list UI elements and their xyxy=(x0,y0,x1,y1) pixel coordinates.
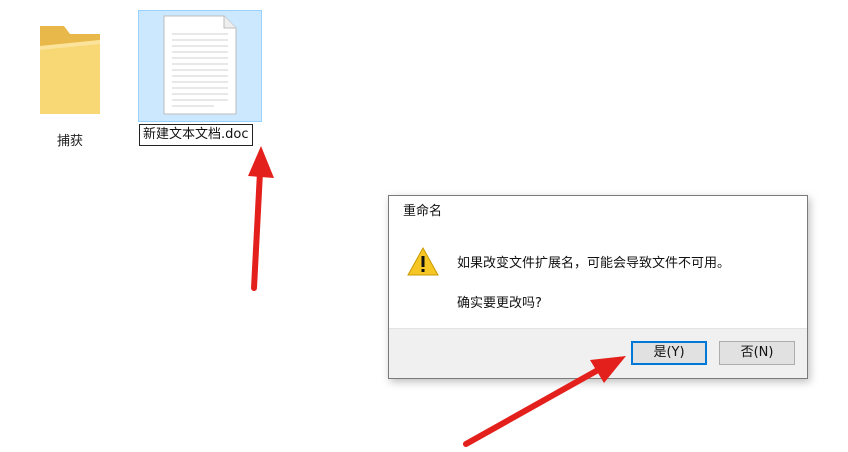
arrow-to-filename xyxy=(248,146,274,291)
annotation-arrows xyxy=(248,146,626,447)
arrow-to-yes-button xyxy=(463,356,626,447)
